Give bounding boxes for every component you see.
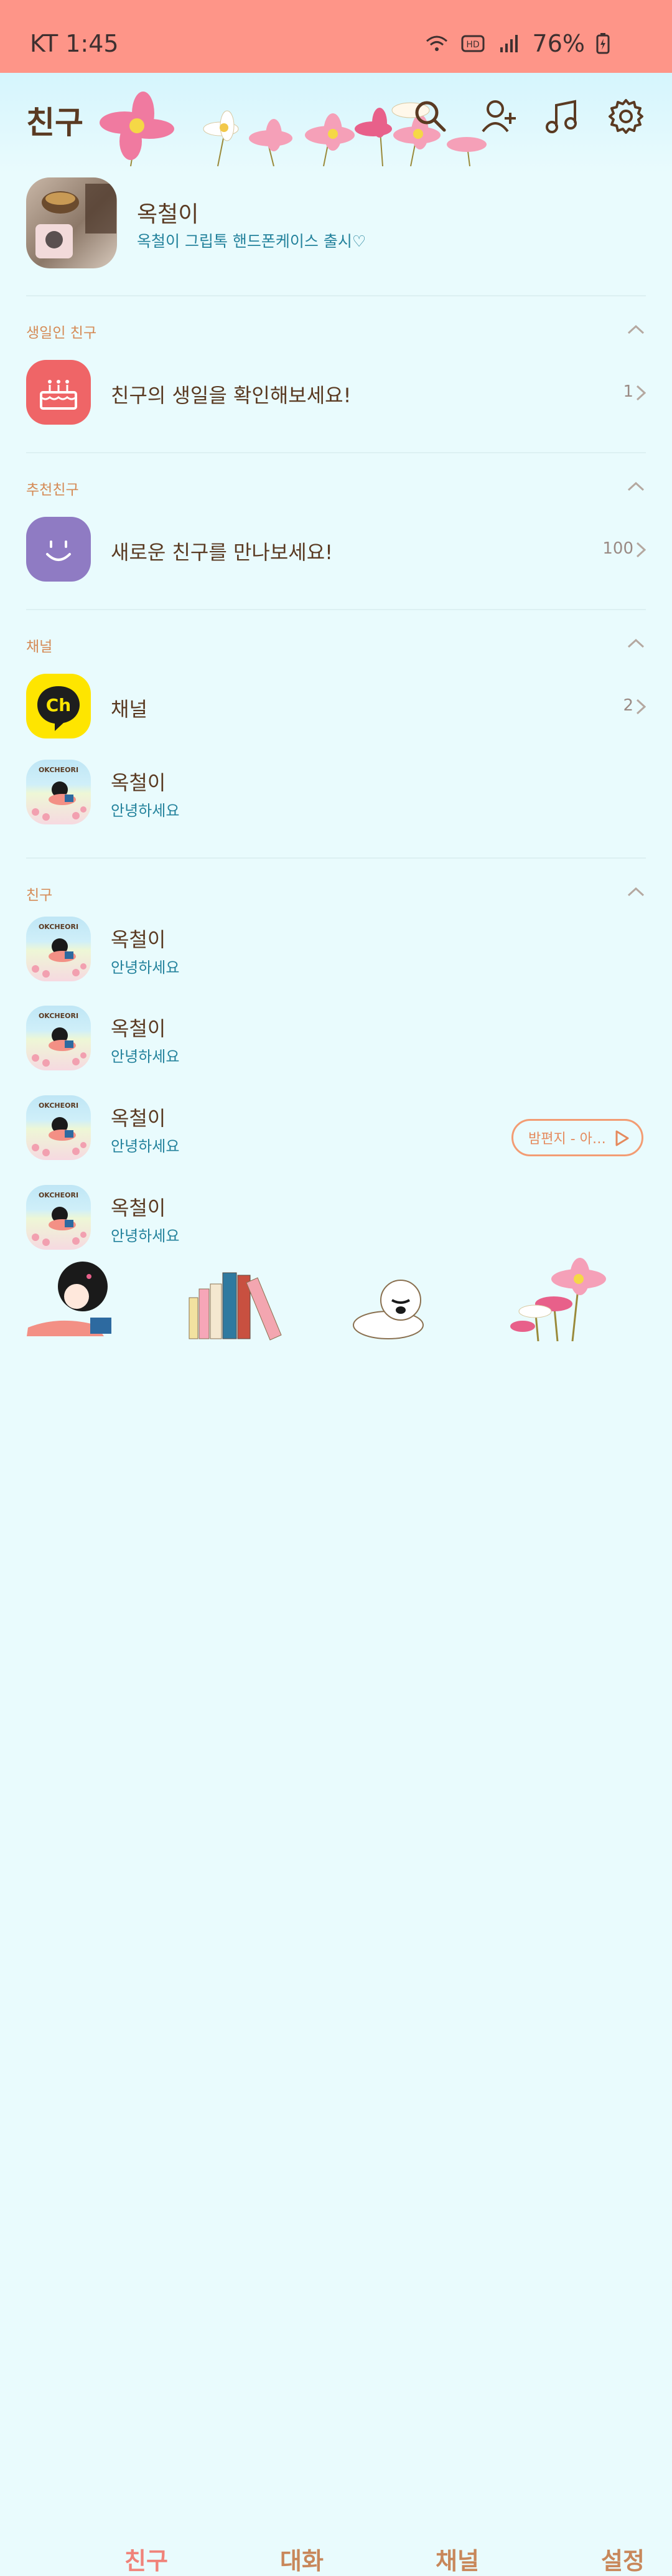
divider bbox=[26, 452, 646, 453]
friend-avatar[interactable]: OKCHEORI bbox=[26, 1095, 91, 1160]
friend-name[interactable]: 옥철이 bbox=[111, 924, 166, 953]
divider bbox=[26, 295, 646, 296]
friend-name[interactable]: 옥철이 bbox=[111, 1013, 166, 1042]
header: 친구 bbox=[0, 73, 672, 172]
chevron-right-icon[interactable] bbox=[636, 542, 646, 558]
section-title-recommended: 추천친구 bbox=[26, 482, 79, 498]
friend-status: 안녕하세요 bbox=[111, 1048, 180, 1065]
svg-text:HD: HD bbox=[466, 40, 479, 50]
music-icon[interactable] bbox=[543, 97, 582, 136]
kakao-channel-icon[interactable]: Ch bbox=[26, 674, 91, 738]
section-title-friends: 친구 bbox=[26, 887, 53, 903]
my-profile-avatar[interactable] bbox=[26, 177, 117, 268]
avatar-brand-text: OKCHEORI bbox=[38, 1102, 79, 1110]
my-profile-status: 옥철이 그립톡 핸드폰케이스 출시♡ bbox=[137, 232, 366, 250]
channel-icon-text: Ch bbox=[46, 695, 71, 715]
tab-channel-label[interactable]: 채널 bbox=[436, 2542, 479, 2576]
settings-gear-icon[interactable] bbox=[606, 97, 646, 136]
tab-chats-label[interactable]: 대화 bbox=[280, 2542, 324, 2576]
recommended-row-title[interactable]: 새로운 친구를 만나보세요! bbox=[111, 537, 333, 565]
collapse-chevron-icon[interactable] bbox=[627, 887, 645, 897]
birthday-cake-icon[interactable] bbox=[26, 360, 91, 425]
friend-status: 안녕하세요 bbox=[111, 959, 180, 976]
page-title: 친구 bbox=[26, 105, 83, 141]
tab-settings-icon[interactable] bbox=[510, 1258, 622, 1341]
friend-name[interactable]: 옥철이 bbox=[111, 1192, 166, 1221]
collapse-chevron-icon[interactable] bbox=[627, 481, 645, 491]
channel-item-name[interactable]: 옥철이 bbox=[111, 767, 166, 796]
smile-icon[interactable] bbox=[26, 517, 91, 582]
tab-channel-icon[interactable] bbox=[350, 1275, 437, 1341]
profile-music-button[interactable]: 밤편지 - 아… bbox=[511, 1119, 643, 1156]
recommended-count: 100 bbox=[602, 539, 633, 558]
add-friend-icon[interactable] bbox=[479, 97, 519, 136]
hd-icon: HD bbox=[461, 35, 485, 52]
friend-avatar[interactable]: OKCHEORI bbox=[26, 1006, 91, 1070]
search-icon[interactable] bbox=[411, 97, 450, 136]
tab-settings-label[interactable]: 설정 bbox=[601, 2542, 645, 2576]
battery-icon bbox=[596, 33, 610, 54]
tab-chats-icon[interactable] bbox=[187, 1270, 286, 1341]
channel-item-status: 안녕하세요 bbox=[111, 802, 180, 819]
collapse-chevron-icon[interactable] bbox=[627, 324, 645, 334]
music-pill-label: 밤편지 - 아… bbox=[528, 1131, 606, 1147]
avatar-brand-text: OKCHEORI bbox=[38, 1012, 79, 1020]
chevron-right-icon[interactable] bbox=[636, 699, 646, 715]
friend-avatar[interactable]: OKCHEORI bbox=[26, 1185, 91, 1250]
carrier-time: KT 1:45 bbox=[30, 30, 119, 57]
avatar-brand-text: OKCHEORI bbox=[38, 1191, 79, 1199]
friend-status: 안녕하세요 bbox=[111, 1227, 180, 1245]
friend-avatar[interactable]: OKCHEORI bbox=[26, 917, 91, 981]
tab-friends-label[interactable]: 친구 bbox=[124, 2542, 168, 2576]
wifi-icon bbox=[426, 35, 447, 51]
section-title-channel: 채널 bbox=[26, 639, 53, 655]
play-icon bbox=[615, 1130, 629, 1146]
channel-count: 2 bbox=[623, 696, 633, 715]
divider bbox=[26, 609, 646, 610]
my-profile-name[interactable]: 옥철이 bbox=[137, 196, 198, 229]
status-bar: KT 1:45 HD 76% bbox=[0, 0, 672, 73]
bottom-nav: 친구 대화 채널 설정 bbox=[0, 1252, 672, 2575]
signal-icon bbox=[500, 35, 518, 52]
birthday-count: 1 bbox=[623, 382, 633, 401]
channel-avatar[interactable]: OKCHEORI bbox=[26, 760, 91, 824]
collapse-chevron-icon[interactable] bbox=[627, 638, 645, 648]
friend-status: 안녕하세요 bbox=[111, 1138, 180, 1155]
birthday-row-title[interactable]: 친구의 생일을 확인해보세요! bbox=[111, 380, 351, 408]
channel-row-title[interactable]: 채널 bbox=[111, 694, 147, 722]
avatar-brand-text: OKCHEORI bbox=[38, 923, 79, 931]
battery-percent: 76% bbox=[532, 30, 585, 57]
avatar-brand-text: OKCHEORI bbox=[38, 766, 79, 774]
friend-name[interactable]: 옥철이 bbox=[111, 1103, 166, 1131]
chevron-right-icon[interactable] bbox=[636, 385, 646, 401]
section-title-birthday: 생일인 친구 bbox=[26, 325, 97, 341]
divider bbox=[26, 857, 646, 859]
tab-friends-icon[interactable] bbox=[22, 1258, 128, 1341]
